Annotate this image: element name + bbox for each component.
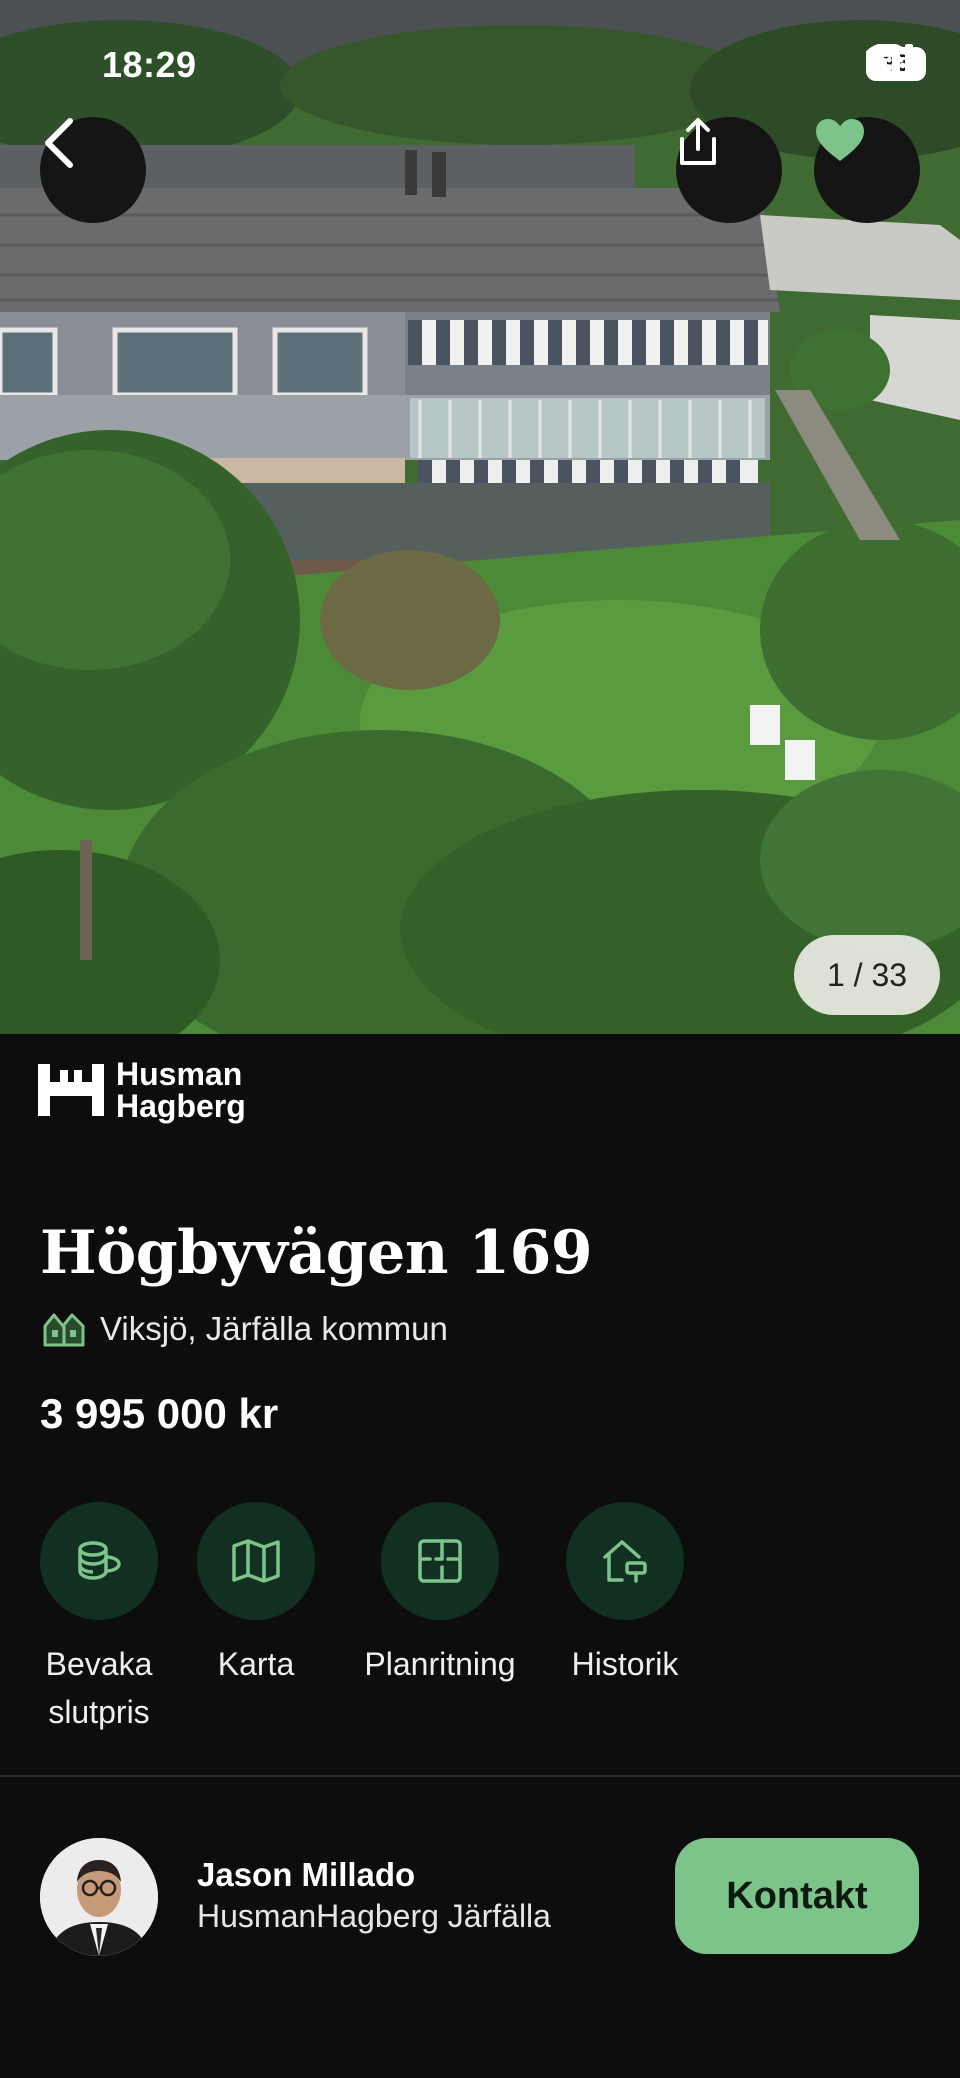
action-karta[interactable]: Karta (197, 1502, 315, 1688)
floorplan-icon (418, 1539, 462, 1583)
map-icon (232, 1539, 280, 1583)
share-button[interactable] (676, 117, 782, 223)
listing-title: Högbyvägen 169 (40, 1218, 593, 1288)
coins-icon (78, 1541, 121, 1580)
action-planritning[interactable]: Planritning (364, 1502, 516, 1688)
listing-location: Viksjö, Järfälla kommun (42, 1310, 448, 1348)
chevron-left-icon (45, 118, 73, 168)
agent-portrait (40, 1838, 158, 1956)
brand-line-1: Husman (116, 1056, 243, 1092)
status-indicators: 95 (866, 44, 926, 84)
husman-hagberg-logo-icon (38, 1064, 104, 1116)
brand-line-2: Hagberg (116, 1088, 246, 1124)
favorite-button[interactable] (814, 117, 920, 223)
share-icon (680, 118, 716, 165)
wifi-icon (866, 44, 908, 75)
divider (0, 1775, 960, 1777)
agent-avatar[interactable] (40, 1838, 158, 1956)
photo-counter: 1 / 33 (794, 935, 940, 1015)
action-label: Planritning (364, 1646, 516, 1682)
action-label: Bevaka slutpris (45, 1646, 153, 1730)
house-history-icon (603, 1540, 647, 1583)
listing-price: 3 995 000 kr (40, 1390, 279, 1437)
action-circle[interactable] (566, 1502, 684, 1620)
listing-photo[interactable]: 18:29 95 1 / 33 (0, 0, 960, 1034)
back-button[interactable] (40, 117, 146, 223)
brand-logo: Husman Hagberg (38, 1058, 246, 1122)
action-circle[interactable] (40, 1502, 158, 1620)
action-historik[interactable]: Historik (566, 1502, 684, 1688)
action-bevaka-slutpris[interactable]: Bevaka slutpris (40, 1502, 158, 1736)
agent-office: HusmanHagberg Järfälla (197, 1898, 551, 1934)
agent-name: Jason Millado (197, 1856, 416, 1893)
row-house-icon (43, 1313, 85, 1347)
action-circle[interactable] (381, 1502, 499, 1620)
action-label: Historik (571, 1646, 679, 1682)
heart-icon (816, 119, 864, 161)
action-row: Bevaka slutpris Karta Planritning Histor… (0, 1502, 960, 1742)
action-label: Karta (217, 1646, 295, 1682)
action-circle[interactable] (197, 1502, 315, 1620)
contact-button[interactable]: Kontakt (675, 1838, 919, 1954)
status-time: 18:29 (102, 44, 197, 85)
location-text: Viksjö, Järfälla kommun (100, 1310, 448, 1347)
